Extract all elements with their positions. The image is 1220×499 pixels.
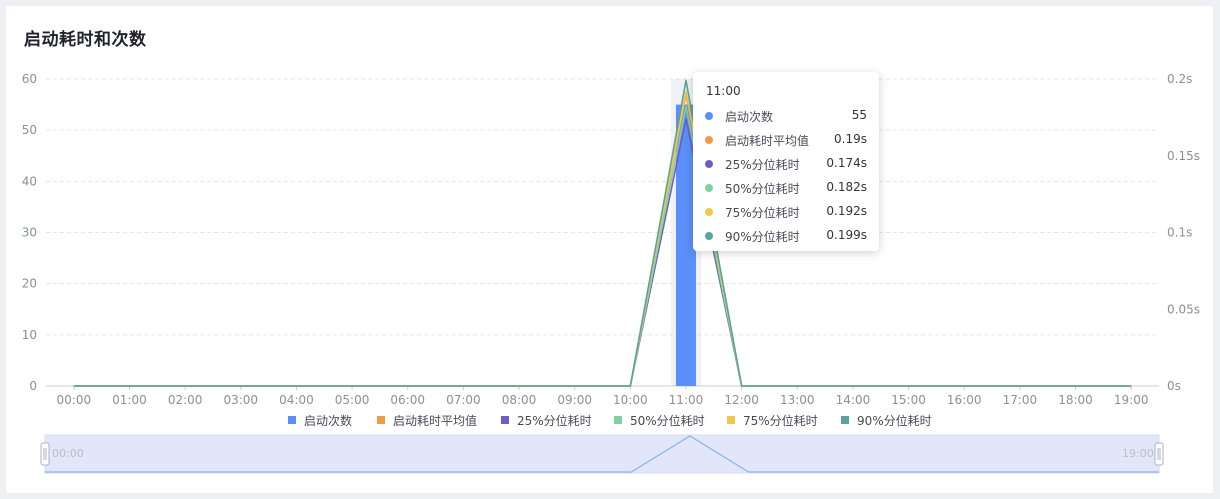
grid-lines: [46, 78, 1159, 387]
chart-tooltip: 11:00 启动次数 55 启动耗时平均值 0.19s 25%分位耗时 0.17…: [693, 72, 879, 251]
legend-label: 启动次数: [304, 414, 353, 428]
right-tick-label: 0.05s: [1167, 302, 1200, 316]
tooltip-label: 75%分位耗时: [725, 206, 800, 220]
zoom-end-label: 19:00: [1122, 447, 1154, 460]
x-tick-label: 07:00: [446, 393, 481, 407]
tooltip-dot: [705, 136, 713, 144]
legend-label: 50%分位耗时: [630, 414, 705, 428]
series-line[interactable]: [73, 105, 1132, 387]
x-tick-label: 09:00: [557, 393, 592, 407]
tooltip-label: 90%分位耗时: [725, 230, 800, 244]
tooltip-label: 50%分位耗时: [725, 182, 800, 196]
right-tick-label: 0s: [1167, 379, 1181, 393]
legend-swatch: [841, 416, 849, 424]
x-tick-label: 16:00: [947, 393, 982, 407]
x-tick-label: 19:00: [1114, 393, 1149, 407]
tooltip-dot: [705, 160, 713, 168]
zoom-handle-start[interactable]: [40, 442, 50, 466]
legend-swatch: [501, 416, 509, 424]
legend-label: 75%分位耗时: [743, 414, 818, 428]
handle-grip[interactable]: [1154, 442, 1164, 466]
tooltip-row: 启动次数 55: [705, 107, 867, 125]
x-tick-label: 03:00: [223, 393, 258, 407]
tooltip-value: 0.174s: [826, 156, 867, 170]
legend-swatch: [727, 416, 735, 424]
series-line[interactable]: [73, 118, 1132, 387]
chart-canvas: 0 10 20 30 40 50 60 0s 0.05s 0.1s 0.15s 0.2s 00:00…: [22, 72, 1200, 474]
right-tick-label: 0.2s: [1167, 72, 1192, 86]
tooltip-label: 启动耗时平均值: [725, 134, 810, 148]
handle-grip[interactable]: [40, 442, 50, 466]
series-line[interactable]: [73, 79, 1132, 387]
left-tick-label: 60: [22, 72, 37, 86]
series-line[interactable]: [73, 93, 1132, 387]
tooltip-value: 55: [851, 108, 867, 122]
right-tick-label: 0.15s: [1167, 149, 1200, 163]
x-tick-label: 10:00: [613, 393, 648, 407]
data-zoom-slider[interactable]: [40, 434, 1164, 474]
x-tick-label: 17:00: [1003, 393, 1038, 407]
legend-label: 启动耗时平均值: [393, 414, 478, 428]
tooltip-value: 0.192s: [826, 204, 867, 218]
tooltip-value: 0.182s: [826, 180, 867, 194]
left-axis: 0 10 20 30 40 50 60: [22, 72, 37, 393]
left-tick-label: 0: [29, 379, 37, 393]
tooltip-dot: [705, 184, 713, 192]
left-tick-label: 40: [22, 174, 37, 188]
x-tick-label: 14:00: [836, 393, 871, 407]
zoom-handle-end[interactable]: [1154, 442, 1164, 466]
tooltip-label: 25%分位耗时: [725, 158, 800, 172]
legend-swatch: [614, 416, 622, 424]
tooltip-time: 11:00: [706, 84, 741, 98]
tooltip-row: 90%分位耗时 0.199s: [705, 227, 867, 245]
left-tick-label: 50: [22, 123, 37, 137]
tooltip-value: 0.19s: [834, 132, 867, 146]
x-tick-label: 08:00: [502, 393, 537, 407]
tooltip-row: 启动耗时平均值 0.19s: [705, 131, 867, 149]
x-tick-label: 11:00: [669, 393, 704, 407]
tooltip-row: 75%分位耗时 0.192s: [705, 203, 867, 221]
x-tick-label: 00:00: [57, 393, 92, 407]
zoom-window[interactable]: [44, 434, 1160, 474]
line-series[interactable]: [73, 79, 1132, 387]
tooltip-label: 启动次数: [725, 110, 774, 124]
tooltip-row: 25%分位耗时 0.174s: [705, 155, 867, 173]
x-tick-label: 15:00: [891, 393, 926, 407]
x-tick-label: 06:00: [390, 393, 425, 407]
legend-label: 25%分位耗时: [517, 414, 592, 428]
tooltip-value: 0.199s: [826, 228, 867, 242]
zoom-start-label: 00:00: [52, 447, 84, 460]
left-tick-label: 10: [22, 328, 37, 342]
legend-label: 90%分位耗时: [857, 414, 932, 428]
right-axis: 0s 0.05s 0.1s 0.15s 0.2s: [1167, 72, 1200, 393]
left-tick-label: 30: [22, 226, 37, 240]
x-tick-label: 12:00: [724, 393, 759, 407]
x-tick-label: 13:00: [780, 393, 815, 407]
tooltip-row: 50%分位耗时 0.182s: [705, 179, 867, 197]
right-tick-label: 0.1s: [1167, 226, 1192, 240]
x-tick-label: 01:00: [112, 393, 147, 407]
x-tick-label: 02:00: [168, 393, 203, 407]
x-axis: 00:00 01:00 02:00 03:00 04:00 05:00 06:00 07:00…: [57, 386, 1149, 407]
series-line[interactable]: [73, 90, 1132, 387]
legend-swatch: [377, 416, 385, 424]
x-tick-label: 18:00: [1058, 393, 1093, 407]
left-tick-label: 20: [22, 277, 37, 291]
x-tick-label: 04:00: [279, 393, 314, 407]
x-tick-label: 05:00: [335, 393, 370, 407]
tooltip-dot: [705, 208, 713, 216]
tooltip-dot: [705, 232, 713, 240]
tooltip-dot: [705, 112, 713, 120]
legend-swatch: [288, 416, 296, 424]
